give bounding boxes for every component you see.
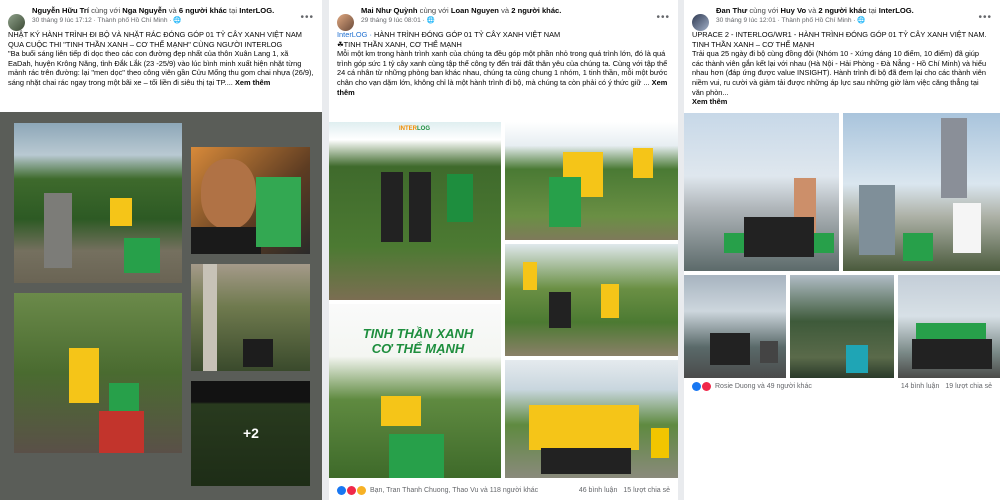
text-line-b: TINH THẦN XANH – CƠ THỂ MẠNH bbox=[692, 39, 815, 49]
like-reaction-icon bbox=[337, 485, 346, 495]
globe-icon: 🌐 bbox=[173, 17, 182, 24]
shares-count[interactable]: 15 lượt chia sẻ bbox=[623, 487, 670, 494]
more-photos-count: +2 bbox=[243, 425, 259, 441]
post-meta: Nguyễn Hữu Trí cùng với Nga Nguyễn và 6 … bbox=[32, 6, 314, 26]
and-text: và bbox=[168, 6, 177, 15]
photo-5[interactable] bbox=[505, 360, 678, 478]
place-link[interactable]: InterLOG. bbox=[239, 6, 274, 15]
leaf-icon: ☘ bbox=[337, 39, 344, 49]
photo-2[interactable] bbox=[843, 113, 1000, 271]
post-text: UPRACE 2 - INTERLOG/WR1 - HÀNH TRÌNH ĐÓN… bbox=[692, 30, 992, 107]
with-text: cùng với bbox=[749, 6, 779, 15]
photo-4[interactable] bbox=[790, 275, 894, 378]
photo-1[interactable]: INTERLOG bbox=[329, 122, 501, 300]
reactions-summary[interactable]: Rosie Duong và 49 người khác bbox=[715, 383, 812, 390]
text-paragraph: Mỗi một km trong hành trình xanh của chú… bbox=[337, 49, 668, 87]
post-meta: Mai Như Quỳnh cùng với Loan Nguyen và 2 … bbox=[361, 6, 670, 26]
post-card-1: Nguyễn Hữu Trí cùng với Nga Nguyễn và 6 … bbox=[0, 0, 322, 500]
tagged-others[interactable]: 6 người khác bbox=[179, 6, 227, 15]
photo-1[interactable] bbox=[14, 123, 182, 283]
post-header: Nguyễn Hữu Trí cùng với Nga Nguyễn và 6 … bbox=[0, 0, 322, 112]
avatar[interactable] bbox=[8, 14, 25, 31]
shares-count[interactable]: 19 lượt chia sẻ bbox=[945, 383, 992, 390]
see-more-link[interactable]: Xem thêm bbox=[235, 78, 270, 87]
post-meta: Đan Thư cùng với Huy Vo và 2 người khác … bbox=[716, 6, 992, 26]
photo-5[interactable] bbox=[898, 275, 1000, 378]
and-text: và bbox=[808, 6, 817, 15]
photo-2[interactable] bbox=[191, 147, 310, 254]
post-card-3: Đan Thư cùng với Huy Vo và 2 người khác … bbox=[684, 0, 1000, 500]
with-text: cùng với bbox=[419, 6, 449, 15]
photo-4-banner[interactable]: TINH THẦN XANH CƠ THỂ MẠNH bbox=[329, 304, 501, 478]
author-name[interactable]: Mai Như Quỳnh bbox=[361, 6, 418, 15]
text-line-c: TINH THẦN XANH, CƠ THỂ MẠNH bbox=[343, 39, 462, 49]
photo-5-more[interactable]: +2 bbox=[191, 381, 310, 486]
see-more-link[interactable]: Xem thêm bbox=[692, 97, 727, 106]
care-reaction-icon bbox=[357, 485, 366, 495]
tagged-others[interactable]: 2 người khác bbox=[818, 6, 866, 15]
hashtag-link[interactable]: InterLOG · bbox=[337, 30, 372, 39]
post-text: NHẬT KÝ HÀNH TRÌNH ĐI BỘ VÀ NHẶT RÁC ĐÓN… bbox=[8, 30, 314, 88]
post-header: Đan Thư cùng với Huy Vo và 2 người khác … bbox=[684, 0, 1000, 107]
photo-1[interactable] bbox=[684, 113, 839, 271]
tagged-others[interactable]: 2 người khác. bbox=[511, 6, 561, 15]
tagged-person[interactable]: Loan Nguyen bbox=[451, 6, 499, 15]
text-line-a: UPRACE 2 - INTERLOG/WR1 - HÀNH TRÌNH ĐÓN… bbox=[692, 30, 987, 39]
post-card-2: Mai Như Quỳnh cùng với Loan Nguyen và 2 … bbox=[329, 0, 678, 500]
like-reaction-icon bbox=[692, 381, 701, 391]
tagged-person[interactable]: Nga Nguyễn bbox=[122, 6, 166, 15]
photo-3[interactable] bbox=[14, 293, 182, 453]
text-line-b: HÀNH TRÌNH ĐÓNG GÓP 01 TỶ CÂY XANH VIỆT … bbox=[373, 30, 561, 39]
post-time[interactable]: 30 tháng 9 lúc 12:01 · Thành phố Hồ Chí … bbox=[716, 17, 856, 24]
comments-count[interactable]: 46 bình luận bbox=[579, 487, 618, 494]
avatar[interactable] bbox=[692, 14, 709, 31]
post-footer: Rosie Duong và 49 người khác 14 bình luậ… bbox=[684, 376, 1000, 396]
post-time[interactable]: 30 tháng 9 lúc 17:12 · Thành phố Hồ Chí … bbox=[32, 17, 172, 24]
logo-part-b: LOG bbox=[417, 126, 430, 132]
globe-icon: 🌐 bbox=[426, 17, 435, 24]
banner-title: TINH THẦN XANH CƠ THỂ MẠNH bbox=[343, 326, 493, 356]
more-options-icon[interactable]: ••• bbox=[300, 12, 314, 23]
banner-logo: INTERLOG bbox=[399, 126, 430, 132]
photo-2[interactable] bbox=[505, 122, 678, 240]
text-line-1: NHẬT KÝ HÀNH TRÌNH ĐI BỘ VÀ NHẶT RÁC ĐÓN… bbox=[8, 30, 302, 49]
with-text: cùng với bbox=[91, 6, 121, 15]
globe-icon: 🌐 bbox=[857, 17, 866, 24]
post-header: Mai Như Quỳnh cùng với Loan Nguyen và 2 … bbox=[329, 0, 678, 97]
more-options-icon[interactable]: ••• bbox=[656, 12, 670, 23]
love-reaction-icon bbox=[702, 381, 711, 391]
photo-4[interactable] bbox=[191, 264, 310, 371]
photo-3[interactable] bbox=[684, 275, 786, 378]
more-options-icon[interactable]: ••• bbox=[978, 12, 992, 23]
author-name[interactable]: Đan Thư bbox=[716, 6, 747, 15]
logo-part-a: INTER bbox=[399, 126, 417, 132]
love-reaction-icon bbox=[347, 485, 356, 495]
tagged-person[interactable]: Huy Vo bbox=[781, 6, 807, 15]
at-text: tại bbox=[868, 6, 877, 15]
text-paragraph: Trải qua 25 ngày đi bộ cùng đồng đội (Nh… bbox=[692, 49, 987, 97]
at-text: tại bbox=[229, 6, 238, 15]
author-name[interactable]: Nguyễn Hữu Trí bbox=[32, 6, 89, 15]
post-text: InterLOG · HÀNH TRÌNH ĐÓNG GÓP 01 TỶ CÂY… bbox=[337, 30, 670, 97]
place-link[interactable]: InterLOG. bbox=[879, 6, 914, 15]
banner-title-line-a: TINH THẦN XANH bbox=[362, 326, 474, 341]
photo-3[interactable] bbox=[505, 244, 678, 356]
banner-title-line-b: CƠ THỂ MẠNH bbox=[371, 341, 465, 356]
reactions-summary[interactable]: Bạn, Tran Thanh Chuong, Thao Vu và 118 n… bbox=[370, 487, 538, 494]
and-text: và bbox=[501, 6, 510, 15]
comments-count[interactable]: 14 bình luận bbox=[901, 383, 940, 390]
avatar[interactable] bbox=[337, 14, 354, 31]
post-footer: Bạn, Tran Thanh Chuong, Thao Vu và 118 n… bbox=[329, 480, 678, 500]
post-time[interactable]: 29 tháng 9 lúc 08:01 · bbox=[361, 17, 425, 24]
